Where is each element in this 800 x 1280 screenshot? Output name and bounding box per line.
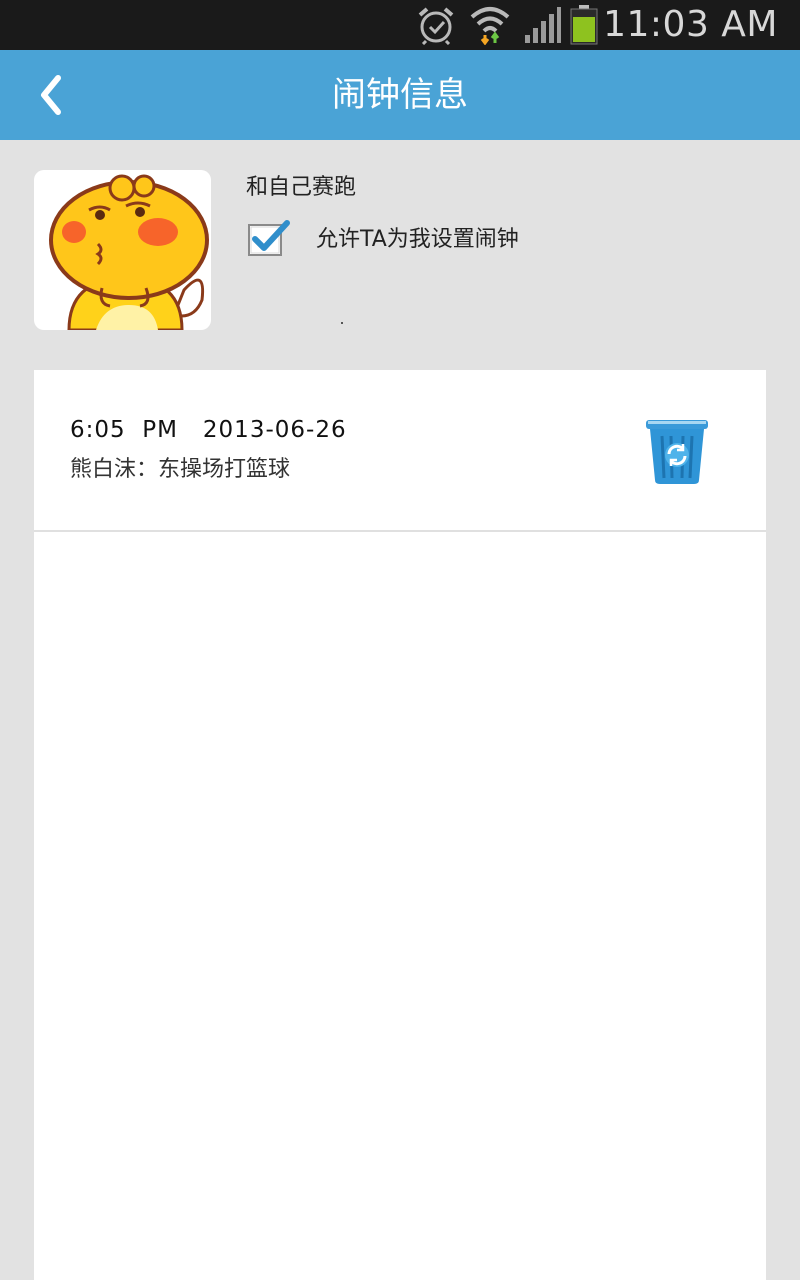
- divider-dot: [341, 322, 343, 324]
- status-bar: 11:03 AM: [0, 0, 800, 50]
- list-item[interactable]: 6:05 PM 2013-06-26 熊白沫：东操场打篮球: [34, 370, 766, 532]
- alarm-description: 熊白沫：东操场打篮球: [70, 457, 291, 482]
- delete-button[interactable]: [642, 414, 712, 486]
- trash-can-icon: [646, 420, 708, 484]
- alarm-datetime: 6:05 PM 2013-06-26: [70, 417, 347, 443]
- permission-label: 允许TA为我设置闹钟: [316, 227, 519, 252]
- page-title: 闹钟信息: [332, 75, 468, 115]
- wifi-icon: [470, 5, 510, 49]
- signal-icon: [522, 5, 562, 49]
- permission-checkbox[interactable]: [246, 218, 292, 258]
- cartoon-avatar-icon: [49, 174, 209, 330]
- alarm-list: 6:05 PM 2013-06-26 熊白沫：东操场打篮球: [34, 370, 766, 1280]
- avatar: [34, 170, 211, 330]
- status-time: 11:03 AM: [603, 4, 778, 45]
- alarm-icon: [416, 5, 456, 49]
- battery-icon: [570, 5, 598, 49]
- title-bar: 闹钟信息: [0, 50, 800, 140]
- contact-name: 和自己赛跑: [246, 175, 357, 200]
- checkbox-checked-icon: [248, 220, 290, 256]
